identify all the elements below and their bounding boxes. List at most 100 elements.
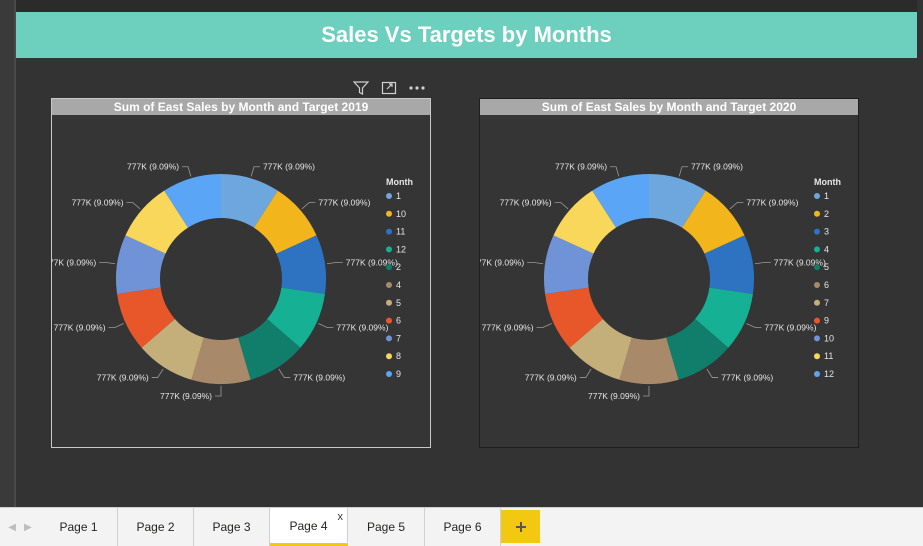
legend-item-4[interactable]: 4	[824, 244, 829, 254]
slice-data-label: 777K (9.09%)	[97, 372, 149, 382]
slice-data-label: 777K (9.09%)	[525, 372, 577, 382]
slice-data-label: 777K (9.09%)	[746, 197, 798, 207]
leader-line	[326, 261, 343, 265]
legend-item-5[interactable]: 5	[824, 262, 829, 272]
tab-page-6[interactable]: Page 6	[425, 508, 501, 546]
legend-item-9[interactable]: 9	[824, 316, 829, 326]
top-strip	[16, 0, 917, 12]
legend-item-5[interactable]: 5	[396, 298, 401, 308]
tab-label: Page 4	[289, 518, 328, 533]
focus-mode-icon[interactable]	[380, 80, 398, 96]
legend-item-3[interactable]: 3	[824, 227, 829, 237]
legend-marker	[814, 193, 820, 199]
legend-item-6[interactable]: 6	[396, 316, 401, 326]
leader-line	[151, 368, 164, 378]
title-banner: Sales Vs Targets by Months	[16, 12, 917, 58]
tab-page-3[interactable]: Page 3	[194, 508, 270, 546]
tab-page-4[interactable]: Page 4 x	[270, 508, 348, 546]
legend-item-7[interactable]: 7	[824, 298, 829, 308]
legend-marker	[814, 299, 820, 306]
leader-line	[536, 323, 552, 329]
legend-item-11[interactable]: 11	[396, 227, 405, 237]
legend-item-12[interactable]: 12	[396, 244, 406, 254]
legend-marker	[814, 317, 820, 324]
add-page-button[interactable]	[501, 510, 540, 543]
legend-marker	[386, 193, 392, 199]
legend-marker	[814, 228, 820, 235]
leader-line	[527, 261, 544, 265]
leader-line	[278, 368, 291, 378]
tab-label: Page 5	[366, 520, 406, 534]
leader-line	[126, 201, 141, 210]
leader-line	[99, 261, 116, 265]
tab-nav-arrows: ◀ ▶	[0, 508, 40, 546]
legend-marker	[386, 371, 392, 377]
legend-item-8[interactable]: 8	[396, 351, 401, 361]
tab-label: Page 1	[59, 520, 98, 534]
slice-data-label: 777K (9.09%)	[293, 372, 345, 382]
legend-title: Month	[814, 177, 841, 187]
leader-line	[215, 386, 222, 397]
leader-line	[301, 201, 316, 210]
donut-chart-svg: 777K (9.09%) 777K (9.09%) 777K (9.09%) 777K…	[52, 162, 413, 401]
tab-page-5[interactable]: Page 5	[348, 508, 425, 546]
legend-marker	[386, 353, 392, 360]
legend-item-10[interactable]: 10	[824, 333, 834, 343]
legend-marker	[814, 210, 820, 217]
legend-item-10[interactable]: 10	[396, 209, 406, 219]
tab-next-icon[interactable]: ▶	[24, 522, 32, 533]
leader-line	[579, 368, 592, 378]
legend-item-2[interactable]: 2	[396, 262, 401, 272]
legend-marker	[814, 282, 820, 288]
slice-data-label: 777K (9.09%)	[336, 323, 388, 333]
more-options-icon[interactable]	[408, 80, 426, 96]
donut-chart-2020[interactable]: Sum of East Sales by Month and Target 20…	[479, 98, 859, 448]
slice-data-label: 777K (9.09%)	[482, 323, 534, 333]
legend-marker	[386, 264, 392, 271]
leader-line	[318, 323, 334, 329]
slice-data-label: 777K (9.09%)	[52, 257, 96, 267]
legend-item-1[interactable]: 1	[396, 191, 401, 201]
tab-page-1[interactable]: Page 1	[40, 508, 118, 546]
leader-line	[729, 201, 744, 210]
legend-item-1[interactable]: 1	[824, 191, 829, 201]
tab-label: Page 3	[212, 520, 251, 534]
tab-label: Page 6	[443, 520, 482, 534]
legend-item-4[interactable]: 4	[396, 280, 401, 290]
leader-line	[746, 323, 762, 329]
legend-item-12[interactable]: 12	[824, 369, 834, 379]
slice-data-label: 777K (9.09%)	[318, 197, 370, 207]
legend-marker	[386, 228, 392, 235]
leader-line	[554, 201, 569, 210]
slice-data-label: 777K (9.09%)	[160, 391, 212, 401]
slice-data-label: 777K (9.09%)	[721, 372, 773, 382]
legend-item-9[interactable]: 9	[396, 369, 401, 379]
legend-marker	[386, 246, 392, 253]
legend-marker	[814, 353, 820, 360]
legend-item-7[interactable]: 7	[396, 333, 401, 343]
slice-data-label: 777K (9.09%)	[72, 197, 124, 207]
legend-marker	[386, 282, 392, 288]
leader-line	[250, 166, 260, 177]
legend-marker	[814, 264, 820, 271]
donut-chart-svg: 777K (9.09%) 777K (9.09%) 777K (9.09%) 777K…	[480, 162, 841, 401]
filter-icon[interactable]	[352, 80, 370, 96]
legend-item-6[interactable]: 6	[824, 280, 829, 290]
leader-line	[610, 166, 620, 177]
report-title: Sales Vs Targets by Months	[321, 22, 612, 47]
visual-header	[352, 79, 432, 97]
tab-page-2[interactable]: Page 2	[118, 508, 194, 546]
legend-item-2[interactable]: 2	[824, 209, 829, 219]
close-tab-icon[interactable]: x	[338, 511, 344, 523]
slice-data-label: 777K (9.09%)	[127, 162, 179, 172]
leader-line	[108, 323, 124, 329]
plus-icon	[515, 521, 526, 532]
tab-prev-icon[interactable]: ◀	[8, 522, 16, 533]
leader-line	[678, 166, 688, 177]
donut-chart-2019[interactable]: Sum of East Sales by Month and Target 20…	[51, 98, 431, 448]
legend-marker	[386, 299, 392, 306]
legend-item-11[interactable]: 11	[824, 351, 833, 361]
leader-line	[643, 386, 650, 397]
slice-data-label: 777K (9.09%)	[500, 197, 552, 207]
slice-data-label: 777K (9.09%)	[480, 257, 524, 267]
